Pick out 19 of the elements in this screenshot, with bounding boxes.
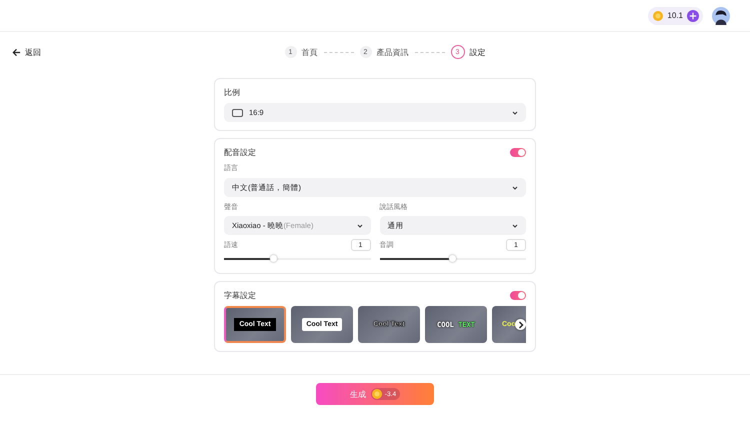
chevron-down-icon	[512, 186, 518, 190]
chevron-down-icon	[512, 224, 518, 228]
chevron-right-icon	[518, 320, 524, 328]
back-link[interactable]: 返回	[12, 46, 41, 58]
chevron-down-icon	[512, 110, 518, 114]
section-title: 比例	[224, 87, 241, 98]
subtitle-toggle[interactable]	[510, 291, 526, 300]
arrow-left-icon	[12, 48, 21, 56]
chevron-down-icon	[356, 224, 362, 228]
avatar[interactable]	[712, 6, 730, 24]
add-credits-button[interactable]	[687, 10, 699, 22]
credit-amount: 10.1	[667, 11, 683, 20]
coin-icon	[653, 10, 664, 20]
coin-icon	[372, 389, 382, 399]
section-title: 配音設定	[224, 147, 256, 158]
screen-icon	[232, 108, 243, 116]
section-title: 字幕設定	[224, 290, 256, 301]
voice-toggle[interactable]	[510, 148, 526, 157]
plus-icon	[689, 12, 697, 20]
